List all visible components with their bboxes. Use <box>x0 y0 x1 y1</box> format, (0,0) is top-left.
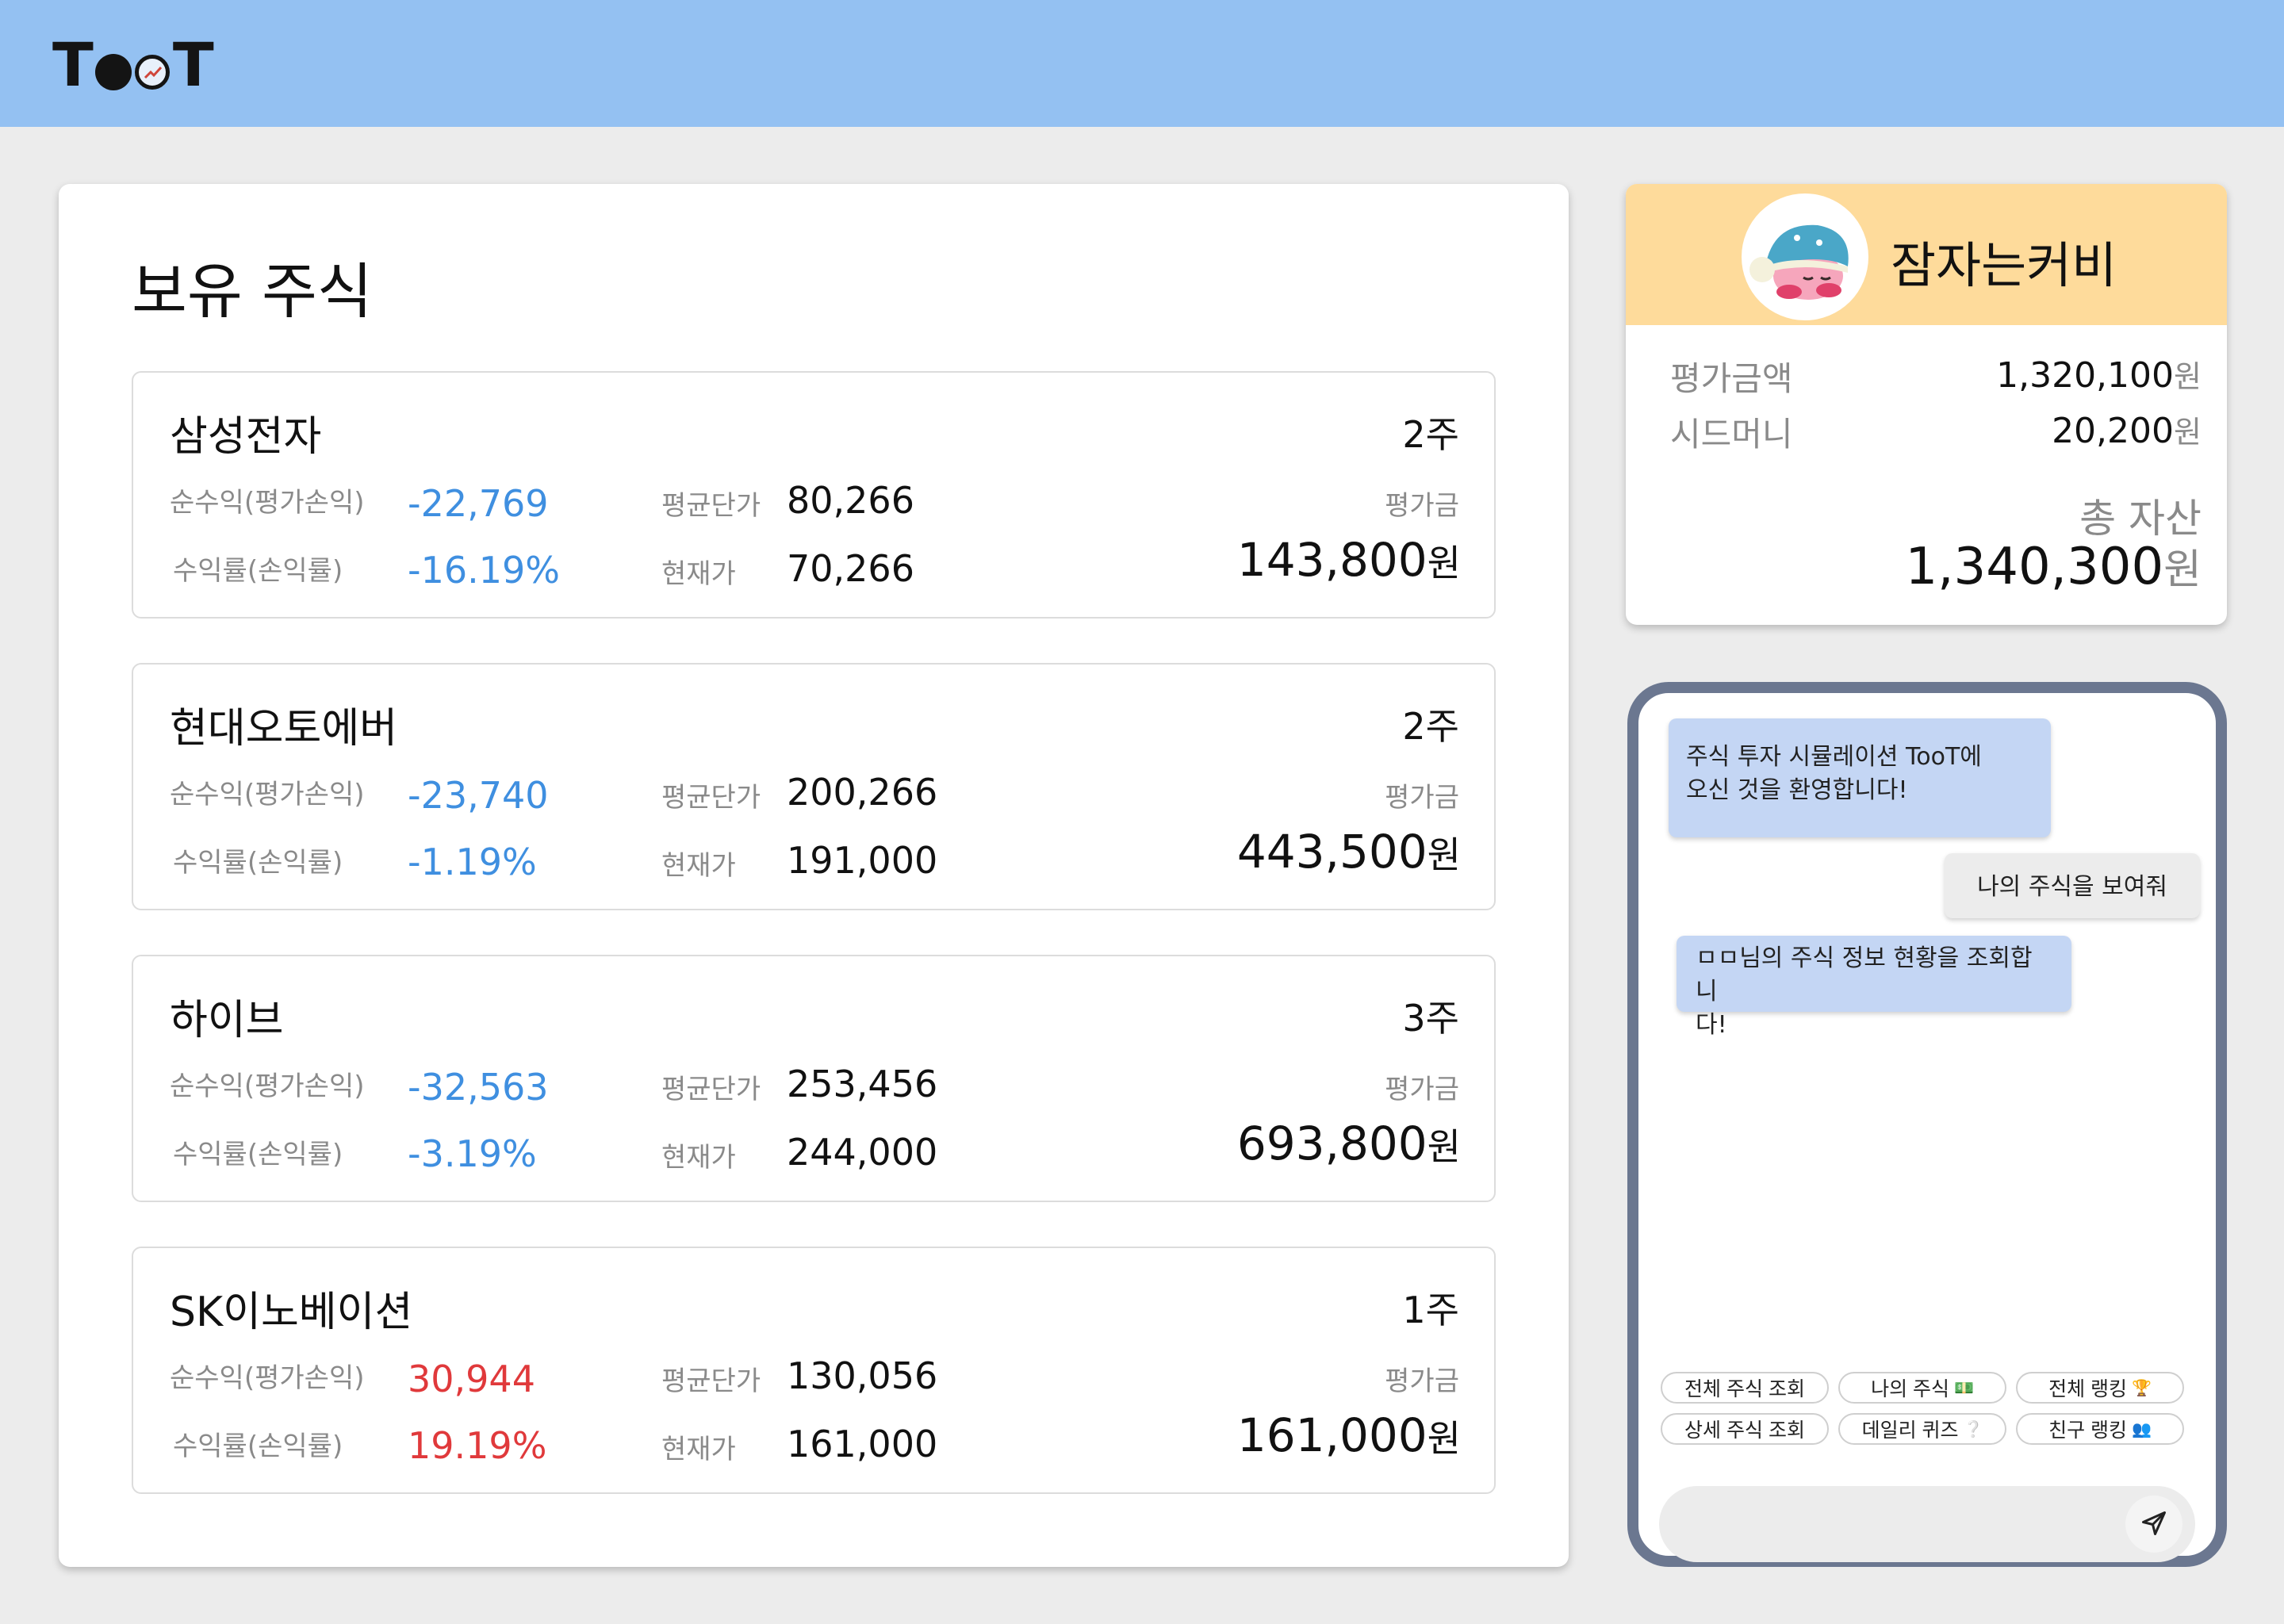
return-rate-label: 수익률(손익률) <box>173 1139 343 1170</box>
return-rate-value: -1.19% <box>408 841 537 883</box>
quick-action-label: 전체 주식 조회 <box>1684 1378 1805 1400</box>
chat-input[interactable] <box>1659 1486 2195 1562</box>
eval-amount-label: 평가금 <box>1385 490 1459 522</box>
net-profit-value: -23,740 <box>408 774 549 817</box>
money-icon: 💵 <box>1954 1379 1974 1397</box>
avg-price-label: 평균단가 <box>661 1074 761 1105</box>
send-icon <box>2140 1509 2168 1540</box>
net-profit-value: 30,944 <box>408 1358 535 1400</box>
return-rate-label: 수익률(손익률) <box>173 1431 343 1462</box>
return-rate-value: 19.19% <box>408 1424 547 1467</box>
toot-logo[interactable]: TT <box>52 29 214 100</box>
stock-card[interactable]: 하이브 3주 순수익(평가손익) -32,563 수익률(손익률) -3.19%… <box>132 955 1496 1202</box>
stock-card[interactable]: SK이노베이션 1주 순수익(평가손익) 30,944 수익률(손익률) 19.… <box>132 1247 1496 1494</box>
quick-action-label: 전체 랭킹 <box>2048 1378 2128 1400</box>
eval-amount-value: 143,800원 <box>1236 533 1461 587</box>
current-price-value: 191,000 <box>787 839 938 882</box>
holdings-title: 보유 주식 <box>132 256 373 327</box>
top-bar: TT <box>0 0 2284 127</box>
stock-quantity: 2주 <box>1402 705 1459 748</box>
bot-message: ㅁㅁ님의 주식 정보 현황을 조회합니 다! <box>1677 936 2071 1039</box>
chart-icon <box>134 55 170 90</box>
net-profit-label: 순수익(평가손익) <box>170 487 365 519</box>
avg-price-label: 평균단가 <box>661 1365 761 1397</box>
current-price-label: 현재가 <box>661 1142 736 1174</box>
chatbot-panel: 주식 투자 시뮬레이션 TooT에 오신 것을 환영합니다! 나의 주식을 보여줘… <box>1627 682 2227 1567</box>
return-rate-value: -16.19% <box>408 549 560 592</box>
eval-amount-value: 1,320,100원 <box>1996 355 2202 396</box>
stock-name: 하이브 <box>170 997 284 1044</box>
avg-price-label: 평균단가 <box>661 782 761 814</box>
avg-price-value: 253,456 <box>787 1063 938 1105</box>
avg-price-value: 80,266 <box>787 479 914 522</box>
stock-name: 현대오토에버 <box>170 705 398 753</box>
user-message: 나의 주식을 보여줘 <box>1945 853 2200 918</box>
avg-price-label: 평균단가 <box>661 490 761 522</box>
current-price-value: 244,000 <box>787 1131 938 1174</box>
trophy-icon: 🏆 <box>2132 1379 2152 1397</box>
avg-price-value: 200,266 <box>787 771 938 814</box>
quick-action-label: 친구 랭킹 <box>2048 1419 2128 1442</box>
total-assets-value: 1,340,300원 <box>1905 538 2202 596</box>
eval-amount-label: 평가금 <box>1385 1074 1459 1105</box>
seed-money-label: 시드머니 <box>1670 415 1793 454</box>
current-price-label: 현재가 <box>661 1434 736 1465</box>
net-profit-label: 순수익(평가손익) <box>170 1362 365 1394</box>
current-price-label: 현재가 <box>661 558 736 590</box>
username: 잠자는커비 <box>1891 236 2117 294</box>
avg-price-value: 130,056 <box>787 1354 938 1397</box>
net-profit-value: -32,563 <box>408 1066 549 1109</box>
return-rate-value: -3.19% <box>408 1132 537 1175</box>
eval-amount-value: 693,800원 <box>1236 1116 1461 1170</box>
quick-action-label: 상세 주식 조회 <box>1684 1419 1805 1442</box>
logo-o-dot <box>94 54 132 90</box>
people-icon: 👥 <box>2132 1420 2152 1438</box>
sleeping-kirby-avatar[interactable] <box>1742 193 1868 320</box>
quick-action-chip[interactable]: 데일리 퀴즈 ❔ <box>1838 1413 2006 1445</box>
holdings-panel: 보유 주식 삼성전자 2주 순수익(평가손익) -22,769 수익률(손익률)… <box>59 184 1569 1567</box>
current-price-value: 161,000 <box>787 1423 938 1465</box>
send-button[interactable] <box>2125 1496 2182 1553</box>
current-price-label: 현재가 <box>661 850 736 882</box>
bot-message: 주식 투자 시뮬레이션 TooT에 오신 것을 환영합니다! <box>1669 718 2051 837</box>
eval-amount-label: 평가금 <box>1385 1365 1459 1397</box>
stock-card[interactable]: 현대오토에버 2주 순수익(평가손익) -23,740 수익률(손익률) -1.… <box>132 663 1496 910</box>
eval-amount-value: 443,500원 <box>1236 825 1461 879</box>
stock-quantity: 1주 <box>1402 1289 1459 1331</box>
stock-name: 삼성전자 <box>170 413 322 461</box>
return-rate-label: 수익률(손익률) <box>173 555 343 587</box>
seed-money-value: 20,200원 <box>2052 411 2202 451</box>
net-profit-label: 순수익(평가손익) <box>170 779 365 810</box>
quick-action-chip[interactable]: 상세 주식 조회 <box>1661 1413 1829 1445</box>
eval-amount-label: 평가금액 <box>1670 359 1793 398</box>
stock-quantity: 2주 <box>1402 413 1459 456</box>
question-icon: ❔ <box>1963 1420 1983 1438</box>
eval-amount-label: 평가금 <box>1385 782 1459 814</box>
current-price-value: 70,266 <box>787 547 914 590</box>
quick-action-label: 나의 주식 <box>1871 1378 1950 1400</box>
quick-action-chip[interactable]: 친구 랭킹 👥 <box>2016 1413 2184 1445</box>
stock-quantity: 3주 <box>1402 997 1459 1040</box>
profile-header: 잠자는커비 <box>1626 184 2227 325</box>
profile-card: 잠자는커비 평가금액 1,320,100원 시드머니 20,200원 총 자산 … <box>1626 184 2227 625</box>
stock-card[interactable]: 삼성전자 2주 순수익(평가손익) -22,769 수익률(손익률) -16.1… <box>132 371 1496 619</box>
return-rate-label: 수익률(손익률) <box>173 847 343 879</box>
net-profit-label: 순수익(평가손익) <box>170 1071 365 1102</box>
quick-action-chip[interactable]: 전체 주식 조회 <box>1661 1372 1829 1404</box>
stock-name: SK이노베이션 <box>170 1289 413 1336</box>
net-profit-value: -22,769 <box>408 482 549 525</box>
quick-action-label: 데일리 퀴즈 <box>1861 1419 1959 1442</box>
eval-amount-value: 161,000원 <box>1236 1408 1461 1462</box>
quick-action-chip[interactable]: 전체 랭킹 🏆 <box>2016 1372 2184 1404</box>
quick-action-chip[interactable]: 나의 주식 💵 <box>1838 1372 2006 1404</box>
